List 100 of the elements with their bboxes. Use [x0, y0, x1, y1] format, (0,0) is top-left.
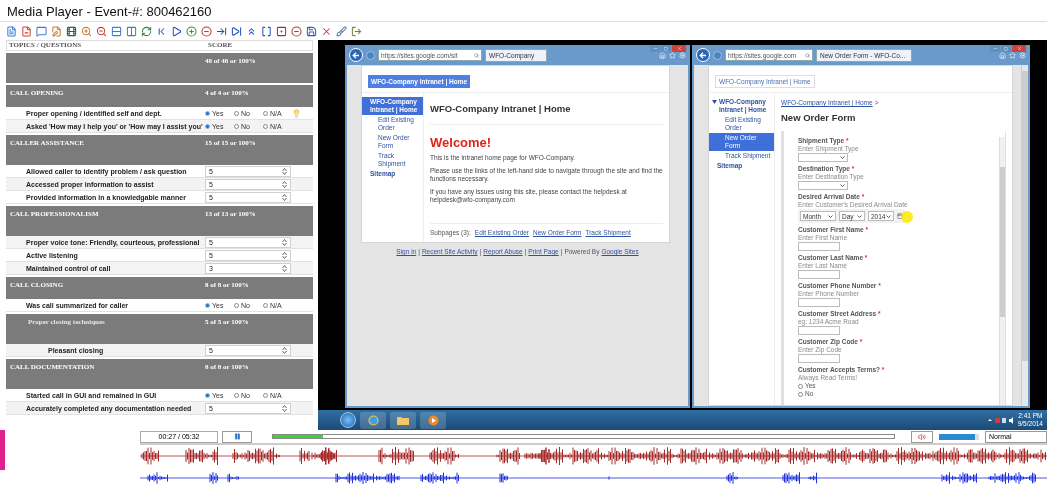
stop-icon[interactable]	[291, 25, 302, 37]
star-icon[interactable]	[669, 51, 676, 59]
maximize-icon	[1004, 46, 1008, 51]
minimize-button[interactable]	[990, 45, 1000, 52]
radio-button[interactable]	[263, 123, 268, 129]
document-icon[interactable]	[6, 25, 17, 37]
radio-button[interactable]	[263, 302, 268, 308]
chevron-down-icon	[840, 184, 845, 187]
minimize-icon	[992, 46, 998, 51]
minimize-icon	[652, 46, 658, 51]
chevron-down-icon	[886, 214, 891, 218]
radio-button[interactable]	[205, 110, 210, 116]
player-taskbar-button[interactable]	[420, 411, 446, 429]
radio-button[interactable]	[234, 110, 239, 116]
radio-button[interactable]	[234, 392, 239, 398]
folder-icon	[397, 415, 409, 425]
play-circle-icon	[427, 414, 439, 426]
settings-icon[interactable]	[679, 51, 686, 59]
brush-icon[interactable]	[336, 25, 347, 37]
tray-icons	[987, 416, 1014, 424]
zoom-in-icon[interactable]	[81, 25, 92, 37]
lightbulb-icon[interactable]	[292, 108, 301, 118]
page-heading: New Order Form	[781, 112, 857, 123]
page-heading: WFO-Company Intranet | Home	[430, 103, 663, 125]
window-title: Media Player - Event-#: 800462160	[7, 4, 212, 19]
radio-button[interactable]	[798, 383, 803, 389]
search-icon	[805, 52, 810, 58]
folder-taskbar-button[interactable]	[390, 411, 416, 429]
sort-arrows-icon	[282, 404, 287, 412]
radio-button[interactable]	[205, 392, 210, 398]
input-field[interactable]	[798, 270, 840, 279]
back-arrow-icon	[352, 51, 360, 59]
marker-icon[interactable]	[276, 25, 287, 37]
minimize-button[interactable]	[650, 45, 660, 52]
back-button[interactable]	[696, 48, 710, 62]
arrows-up-icon[interactable]	[246, 25, 257, 37]
forward-button[interactable]	[366, 50, 375, 60]
sort-arrows-icon	[282, 193, 287, 201]
browser-taskbar-button[interactable]	[360, 411, 386, 429]
star-icon[interactable]	[1009, 51, 1016, 59]
radio-button[interactable]	[263, 392, 268, 398]
rows-icon[interactable]	[111, 25, 122, 37]
radio-button[interactable]	[234, 302, 239, 308]
sort-arrows-icon	[282, 264, 287, 272]
skip-start-icon[interactable]	[156, 25, 167, 37]
home-icon[interactable]	[999, 51, 1006, 59]
settings-icon[interactable]	[1019, 51, 1026, 59]
scrollbar[interactable]	[1021, 65, 1028, 406]
exit-icon[interactable]	[351, 25, 362, 37]
zoom-out-icon[interactable]	[96, 25, 107, 37]
film-icon[interactable]	[66, 25, 77, 37]
play-icon[interactable]	[171, 25, 182, 37]
cursor-highlight	[901, 211, 913, 223]
scrollbar[interactable]	[999, 137, 1005, 405]
pause-button[interactable]	[222, 430, 252, 443]
input-field[interactable]	[798, 298, 840, 307]
maximize-button[interactable]	[661, 45, 671, 52]
edit-icon[interactable]	[51, 25, 62, 37]
close-icon	[676, 46, 682, 51]
radio-button[interactable]	[205, 302, 210, 308]
back-button[interactable]	[349, 48, 363, 62]
skip-forward-icon[interactable]	[231, 25, 242, 37]
pause-icon	[233, 433, 241, 440]
input-field[interactable]	[798, 354, 840, 363]
dropdown-field[interactable]	[798, 153, 848, 162]
dropdown-field[interactable]	[798, 181, 848, 190]
close-icon	[1016, 46, 1022, 51]
speech-bubble-icon[interactable]	[36, 25, 47, 37]
chevron-down-icon	[857, 214, 862, 218]
save-icon[interactable]	[306, 25, 317, 37]
maximize-button[interactable]	[1001, 45, 1011, 52]
forward-button[interactable]	[713, 50, 722, 60]
progress-bar[interactable]	[272, 434, 895, 439]
close-button[interactable]	[672, 45, 686, 52]
start-button[interactable]	[340, 412, 356, 428]
radio-button[interactable]	[234, 123, 239, 129]
remove-icon[interactable]	[201, 25, 212, 37]
sort-arrows-icon	[282, 238, 287, 246]
refresh-icon[interactable]	[141, 25, 152, 37]
home-icon[interactable]	[659, 51, 666, 59]
mute-button[interactable]	[911, 430, 933, 443]
chevron-down-icon	[840, 156, 845, 159]
radio-button[interactable]	[205, 123, 210, 129]
brackets-icon[interactable]	[261, 25, 272, 37]
sort-arrows-icon	[282, 346, 287, 354]
sort-arrows-icon	[282, 180, 287, 188]
search-icon	[474, 52, 479, 58]
input-field[interactable]	[798, 242, 840, 251]
input-field[interactable]	[798, 326, 840, 335]
speaker-icon	[918, 432, 926, 441]
caret-down-icon	[712, 100, 717, 104]
close-icon[interactable]	[321, 25, 332, 37]
document-icon[interactable]	[21, 25, 32, 37]
jump-icon[interactable]	[216, 25, 227, 37]
close-button[interactable]	[1012, 45, 1026, 52]
radio-button[interactable]	[263, 110, 268, 116]
add-icon[interactable]	[186, 25, 197, 37]
columns-icon[interactable]	[126, 25, 137, 37]
radio-button[interactable]	[798, 391, 803, 397]
calendar-icon[interactable]	[897, 213, 903, 219]
